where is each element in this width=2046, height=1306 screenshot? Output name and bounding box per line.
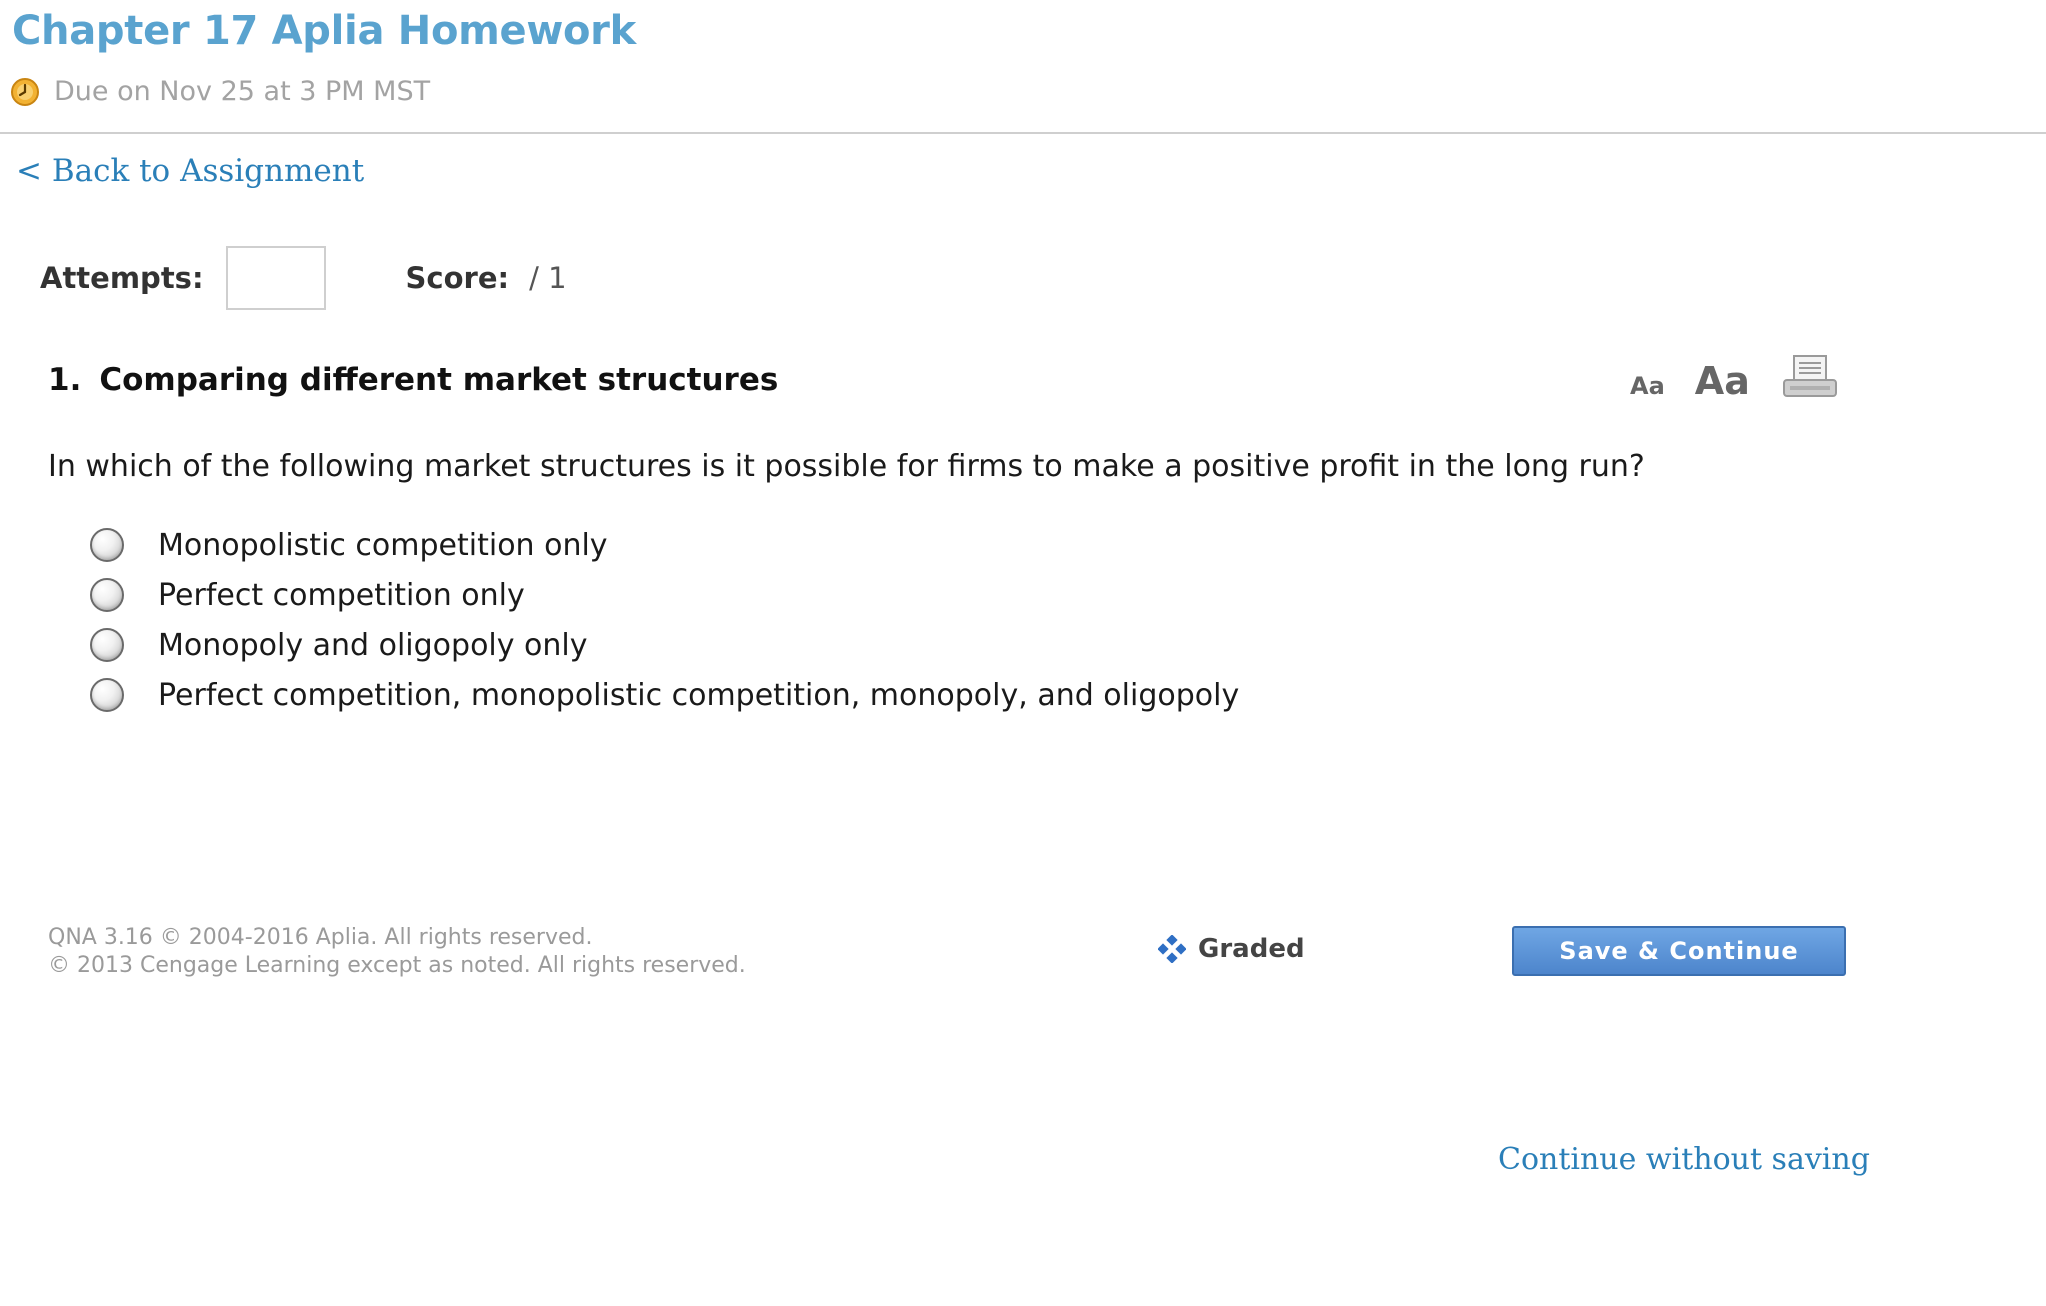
question-prompt: In which of the following market structu… [48, 449, 1645, 484]
radio-button[interactable] [90, 528, 124, 562]
copyright-notice: QNA 3.16 © 2004-2016 Aplia. All rights r… [48, 924, 746, 980]
attempts-score-row: Attempts: Score: / 1 [40, 246, 567, 310]
clock-icon [11, 77, 39, 106]
attempts-label: Attempts: [40, 261, 204, 295]
save-continue-button[interactable]: Save & Continue [1512, 926, 1846, 976]
graded-indicator: Graded [1158, 934, 1305, 964]
score-label: Score: [405, 261, 510, 295]
graded-label: Graded [1198, 934, 1305, 964]
assignment-page: Chapter 17 Aplia Homework Due on Nov 25 … [0, 0, 2046, 1306]
radio-button[interactable] [90, 578, 124, 612]
copyright-line: QNA 3.16 © 2004-2016 Aplia. All rights r… [48, 925, 593, 950]
answer-options: Monopolistic competition only Perfect co… [90, 520, 1239, 720]
question-number: 1. [48, 362, 82, 398]
answer-option[interactable]: Monopolistic competition only [90, 520, 1239, 570]
due-date-row: Due on Nov 25 at 3 PM MST [10, 76, 430, 107]
answer-option-label: Perfect competition, monopolistic compet… [158, 677, 1240, 713]
back-to-assignment-link[interactable]: < Back to Assignment [16, 153, 364, 189]
copyright-line: © 2013 Cengage Learning except as noted.… [48, 953, 746, 978]
question-title-text: Comparing different market structures [99, 362, 779, 398]
assignment-header: Chapter 17 Aplia Homework Due on Nov 25 … [0, 0, 2046, 134]
question-tools: Aa Aa [1630, 354, 1838, 400]
radio-button[interactable] [90, 678, 124, 712]
answer-option-label: Perfect competition only [158, 577, 525, 613]
continue-without-saving-link[interactable]: Continue without saving [1498, 1142, 1870, 1177]
answer-option[interactable]: Perfect competition, monopolistic compet… [90, 670, 1239, 720]
due-date-text: Due on Nov 25 at 3 PM MST [54, 76, 431, 107]
answer-option[interactable]: Perfect competition only [90, 570, 1239, 620]
attempts-value-box [225, 246, 326, 310]
question-title: 1. Comparing different market structures [48, 362, 778, 398]
decrease-font-button[interactable]: Aa [1630, 372, 1665, 400]
answer-option-label: Monopolistic competition only [158, 527, 608, 563]
score-value: / 1 [529, 261, 567, 295]
increase-font-button[interactable]: Aa [1695, 362, 1750, 400]
printer-icon[interactable] [1782, 354, 1838, 400]
radio-button[interactable] [90, 628, 124, 662]
page-title: Chapter 17 Aplia Homework [12, 8, 636, 54]
answer-option[interactable]: Monopoly and oligopoly only [90, 620, 1239, 670]
graded-icon [1158, 935, 1186, 963]
answer-option-label: Monopoly and oligopoly only [158, 627, 588, 663]
